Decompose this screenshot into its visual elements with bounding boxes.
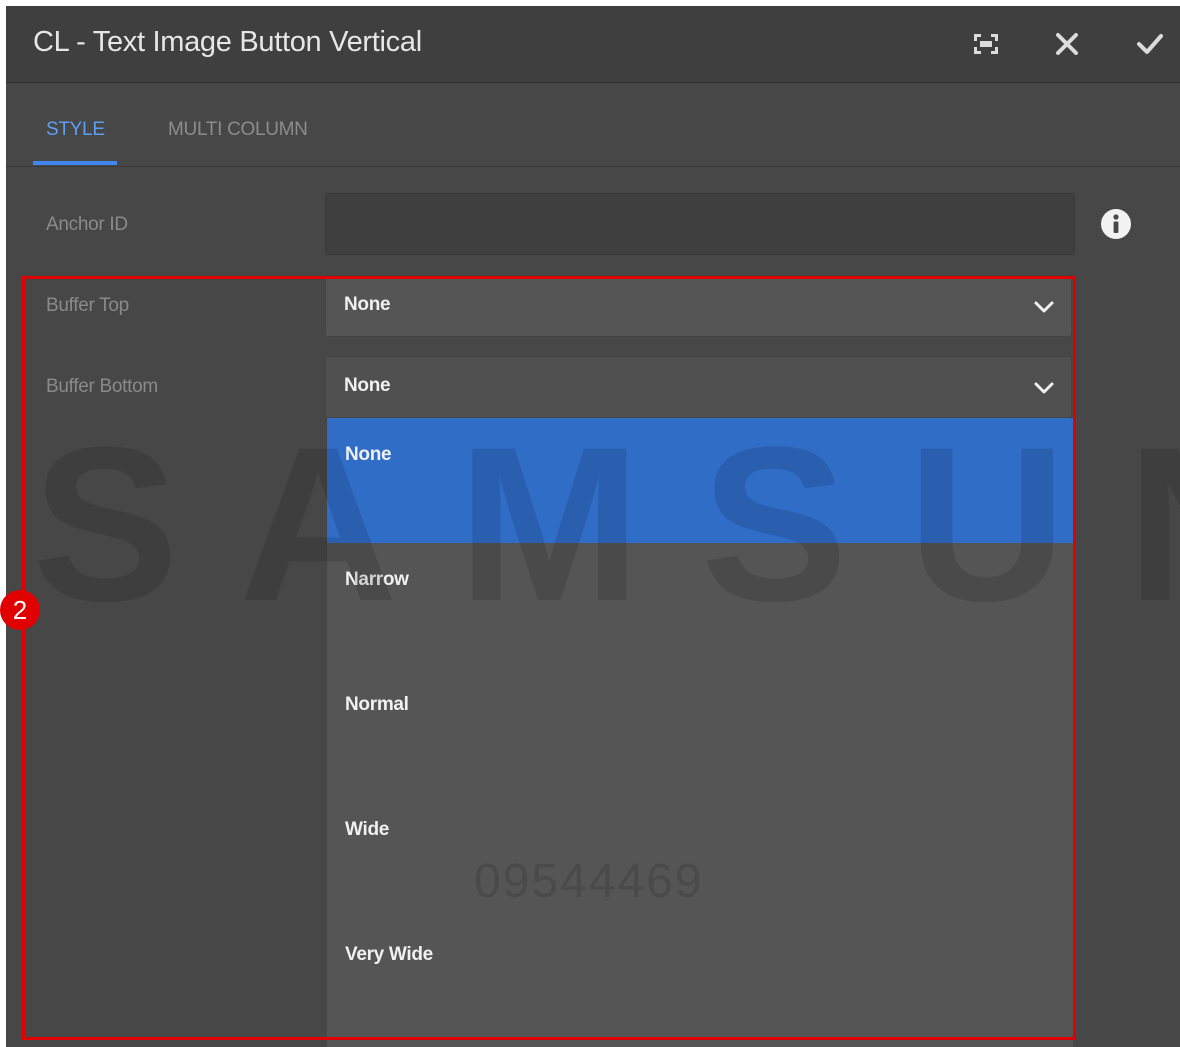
tab-style[interactable]: STYLE xyxy=(46,119,105,141)
active-tab-indicator xyxy=(33,161,117,165)
buffer-top-select[interactable]: None xyxy=(325,275,1072,337)
buffer-top-value: None xyxy=(344,294,391,315)
option-label: Normal xyxy=(345,694,409,715)
buffer-top-label: Buffer Top xyxy=(46,295,129,316)
option-wide[interactable]: Wide xyxy=(327,793,1073,918)
dialog-titlebar: CL - Text Image Button Vertical xyxy=(6,6,1180,83)
close-icon xyxy=(1056,33,1078,55)
option-normal[interactable]: Normal xyxy=(327,668,1073,793)
anchor-id-label: Anchor ID xyxy=(46,214,128,235)
step-number-badge: 2 xyxy=(0,590,40,630)
anchor-id-field[interactable] xyxy=(325,193,1075,255)
chevron-down-icon xyxy=(1034,301,1054,313)
chevron-down-icon xyxy=(1034,382,1054,394)
tab-multi-column[interactable]: MULTI COLUMN xyxy=(168,119,308,141)
fullscreen-icon xyxy=(974,34,998,54)
info-icon[interactable] xyxy=(1099,207,1133,241)
option-very-wide[interactable]: Very Wide xyxy=(327,918,1073,1043)
buffer-bottom-value: None xyxy=(344,375,391,396)
option-narrow[interactable]: Narrow xyxy=(327,543,1073,668)
buffer-bottom-select[interactable]: None xyxy=(325,356,1072,418)
option-label: Very Wide xyxy=(345,944,433,965)
confirm-button[interactable] xyxy=(1128,22,1172,66)
dialog: CL - Text Image Button Vertical STYLE MU… xyxy=(6,6,1180,1047)
buffer-bottom-label: Buffer Bottom xyxy=(46,376,158,397)
checkmark-icon xyxy=(1137,34,1163,54)
option-none[interactable]: None xyxy=(327,418,1073,543)
option-label: None xyxy=(345,444,392,465)
dialog-title: CL - Text Image Button Vertical xyxy=(33,26,422,58)
option-label: Narrow xyxy=(345,569,409,590)
close-button[interactable] xyxy=(1045,22,1089,66)
tab-bar: STYLE MULTI COLUMN xyxy=(6,83,1180,167)
buffer-bottom-options: None Narrow Normal Wide Very Wide xyxy=(326,418,1073,1047)
fullscreen-button[interactable] xyxy=(964,22,1008,66)
option-label: Wide xyxy=(345,819,390,840)
